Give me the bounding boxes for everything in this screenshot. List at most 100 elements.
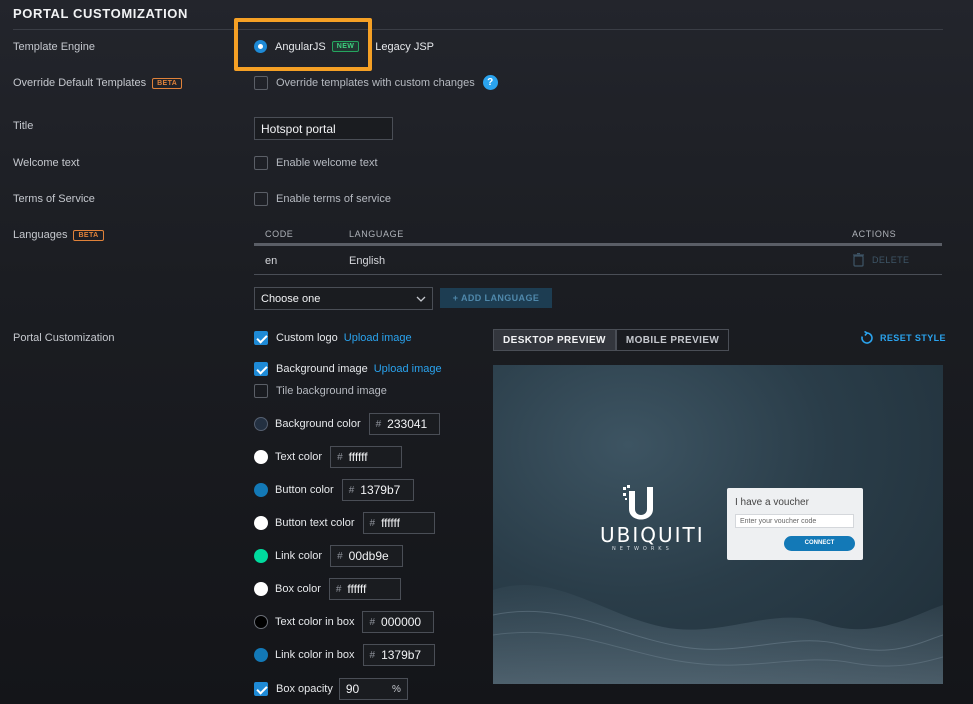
section-title: PORTAL CUSTOMIZATION	[13, 6, 188, 21]
voucher-box: I have a voucher Enter your voucher code…	[727, 488, 863, 560]
terms-label: Terms of Service	[13, 193, 95, 205]
hex-input[interactable]: # ffffff	[362, 512, 435, 534]
checkbox-icon	[254, 156, 268, 170]
upload-background-link[interactable]: Upload image	[374, 363, 442, 375]
delete-button[interactable]: DELETE	[853, 253, 909, 267]
override-checkbox-label: Override templates with custom changes	[276, 76, 475, 89]
radio-legacy-jsp[interactable]: Legacy JSP	[371, 41, 434, 53]
terms-checkbox[interactable]: Enable terms of service	[254, 192, 391, 206]
color-swatch[interactable]	[254, 417, 268, 431]
languages-table-header: CODE LANGUAGE ACTIONS	[254, 229, 942, 246]
languages-label-text: Languages	[13, 229, 68, 241]
hex-input[interactable]: # ffffff	[330, 446, 403, 468]
color-row-button: Button color #1379b7	[254, 479, 414, 501]
hex-input[interactable]: #000000	[362, 611, 435, 633]
title-input[interactable]: Hotspot portal	[254, 117, 393, 140]
connect-button[interactable]: CONNECT	[784, 536, 855, 551]
reset-icon	[861, 331, 873, 344]
color-label: Background color	[275, 418, 361, 430]
col-language: LANGUAGE	[349, 229, 404, 239]
color-swatch[interactable]	[254, 648, 268, 662]
template-engine-label: Template Engine	[13, 41, 95, 53]
table-row: en English DELETE	[254, 249, 942, 275]
voucher-input[interactable]: Enter your voucher code	[735, 514, 854, 528]
background-image-label: Background image	[276, 363, 368, 375]
delete-label: DELETE	[872, 255, 910, 265]
trash-icon	[853, 253, 864, 267]
add-language-button[interactable]: + ADD LANGUAGE	[440, 288, 552, 308]
custom-logo-label: Custom logo	[276, 332, 338, 344]
box-opacity-input[interactable]: 90 %	[338, 678, 408, 700]
highlight-frame	[234, 18, 372, 71]
language-select[interactable]: Choose one	[254, 287, 433, 310]
color-label: Link color	[275, 550, 323, 562]
checkbox-checked-icon[interactable]	[254, 682, 268, 696]
checkbox-checked-icon	[254, 362, 268, 376]
color-swatch[interactable]	[254, 582, 268, 596]
reset-style-label: RESET STYLE	[880, 333, 946, 343]
welcome-checkbox[interactable]: Enable welcome text	[254, 156, 378, 170]
portal-customization-label: Portal Customization	[13, 332, 115, 344]
checkbox-icon	[254, 192, 268, 206]
tile-background-label: Tile background image	[276, 385, 387, 397]
voucher-title: I have a voucher	[735, 497, 809, 508]
color-swatch[interactable]	[254, 516, 268, 530]
color-label: Button color	[275, 484, 334, 496]
logo-subtext: NETWORKS	[612, 546, 673, 552]
box-opacity-row: Box opacity 90 %	[254, 678, 408, 700]
color-row-link: Link color #00db9e	[254, 545, 404, 567]
hex-input[interactable]: #00db9e	[330, 545, 404, 567]
box-opacity-label: Box opacity	[276, 683, 333, 695]
question-circle-icon[interactable]: ?	[482, 75, 498, 90]
color-label: Text color in box	[275, 616, 355, 628]
color-swatch[interactable]	[254, 483, 268, 497]
color-row-button-text: Button text color # ffffff	[254, 512, 435, 534]
title-label: Title	[13, 120, 34, 132]
color-swatch[interactable]	[254, 549, 268, 563]
cell-code: en	[265, 255, 278, 267]
color-row-background: Background color #233041	[254, 413, 440, 435]
tab-desktop-preview[interactable]: DESKTOP PREVIEW	[493, 329, 616, 351]
background-image-checkbox[interactable]: Background image Upload image	[254, 362, 442, 376]
terms-checkbox-label: Enable terms of service	[276, 193, 391, 205]
override-checkbox[interactable]: Override templates with custom changes ?	[254, 75, 498, 90]
portal-preview	[493, 365, 943, 684]
custom-logo-checkbox[interactable]: Custom logo Upload image	[254, 331, 412, 345]
hex-input[interactable]: # ffffff	[328, 578, 401, 600]
color-row-text-in-box: Text color in box #000000	[254, 611, 435, 633]
color-label: Box color	[275, 583, 321, 595]
beta-badge: BETA	[73, 230, 104, 241]
chevron-down-icon	[416, 296, 426, 302]
tile-background-checkbox[interactable]: Tile background image	[254, 384, 387, 398]
checkbox-icon	[254, 75, 268, 90]
override-label-text: Override Default Templates	[13, 77, 147, 89]
reset-style-button[interactable]: RESET STYLE	[860, 331, 946, 345]
col-code: CODE	[265, 229, 294, 239]
languages-label: Languages BETA	[13, 229, 104, 241]
color-row-box: Box color # ffffff	[254, 578, 401, 600]
wave-pattern	[493, 584, 943, 684]
color-label: Button text color	[275, 517, 355, 529]
beta-badge: BETA	[152, 78, 183, 89]
ubiquiti-logo-icon	[623, 485, 653, 520]
box-opacity-unit: %	[391, 683, 401, 695]
cell-language: English	[349, 255, 386, 267]
hex-input[interactable]: #1379b7	[362, 644, 435, 666]
override-label: Override Default Templates BETA	[13, 77, 183, 89]
color-label: Text color	[275, 451, 323, 463]
color-swatch[interactable]	[254, 615, 268, 629]
welcome-label: Welcome text	[13, 157, 80, 169]
color-label: Link color in box	[275, 649, 355, 661]
color-swatch[interactable]	[254, 450, 268, 464]
section-divider	[13, 29, 943, 30]
tab-mobile-preview[interactable]: MOBILE PREVIEW	[615, 329, 730, 351]
checkbox-checked-icon	[254, 331, 268, 345]
col-actions: ACTIONS	[852, 229, 897, 239]
logo-text: UBIQUITI	[600, 523, 705, 547]
hex-input[interactable]: #233041	[368, 413, 440, 435]
upload-logo-link[interactable]: Upload image	[344, 332, 412, 344]
preview-tabs: DESKTOP PREVIEW MOBILE PREVIEW	[493, 329, 730, 351]
box-opacity-value: 90	[345, 682, 360, 696]
radio-legacy-jsp-label: Legacy JSP	[375, 40, 434, 53]
hex-input[interactable]: #1379b7	[341, 479, 414, 501]
